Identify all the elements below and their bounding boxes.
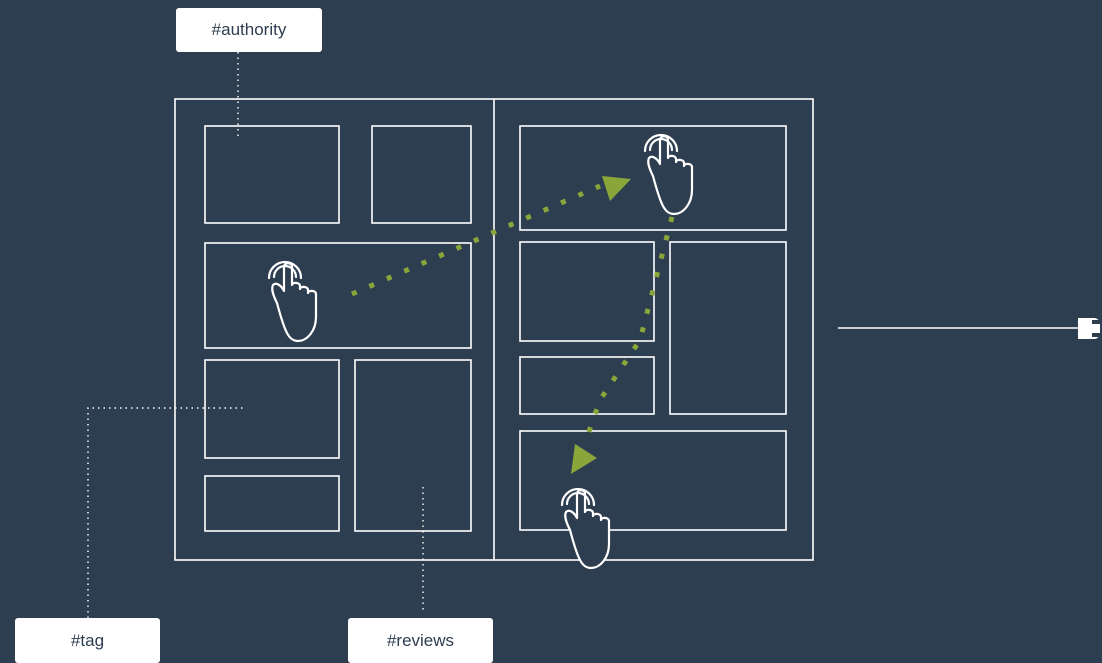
authority-tag-label: #authority <box>211 20 287 39</box>
right-block-3 <box>669 241 787 415</box>
arrowhead-2 <box>571 444 597 474</box>
tag-tag: #tag <box>15 618 160 663</box>
reviews-tag-label: #reviews <box>386 630 455 650</box>
left-block-3 <box>204 242 472 349</box>
authority-tag: #authority <box>176 8 322 52</box>
tag-leader <box>87 407 243 618</box>
right-block-2 <box>519 241 655 342</box>
right-block-5 <box>519 430 787 531</box>
reviews-tag: #reviews <box>348 618 493 663</box>
right-block-4 <box>519 356 655 415</box>
left-block-1 <box>204 125 340 224</box>
path-segment-2 <box>583 216 675 441</box>
tag-tag-label: #tag <box>70 630 105 650</box>
left-block-4 <box>204 359 340 459</box>
plug-icon <box>1078 318 1102 339</box>
path-segment-1 <box>351 183 601 297</box>
hand-tap-icon <box>267 260 318 343</box>
hand-tap-icon <box>560 487 611 570</box>
arrowhead-1 <box>602 176 631 201</box>
left-block-6 <box>204 475 340 532</box>
hand-tap-icon <box>643 133 694 216</box>
left-block-5 <box>354 359 472 532</box>
left-block-2 <box>371 125 472 224</box>
diagram-canvas <box>87 52 1102 618</box>
